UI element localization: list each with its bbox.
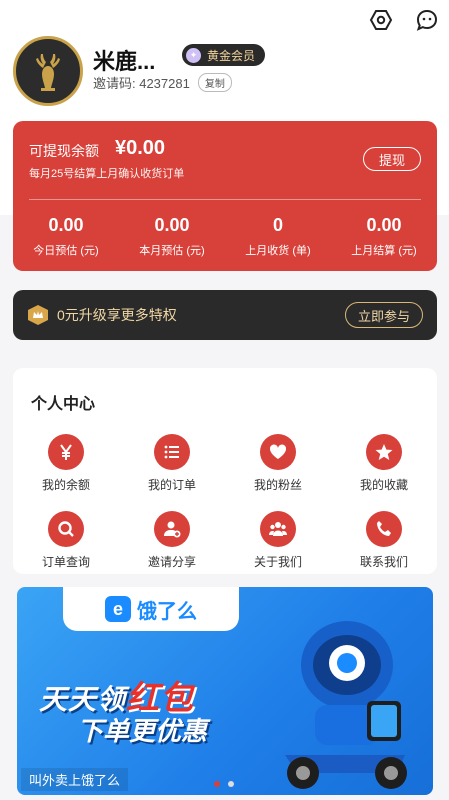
menu-label: 邀请分享	[147, 555, 196, 569]
eleme-logo: e 饿了么	[63, 587, 239, 631]
brand-name: 饿了么	[137, 600, 197, 623]
yen-icon	[48, 434, 84, 470]
menu-label: 我的余额	[41, 478, 90, 492]
withdrawable-amount: ¥0.00	[115, 137, 166, 159]
member-badge[interactable]: ✦ 黄金会员	[182, 44, 266, 66]
crown-badge-icon	[28, 305, 48, 325]
withdraw-button[interactable]: 提现	[363, 147, 421, 171]
eleme-icon: e	[105, 596, 131, 622]
menu-label: 我的订单	[147, 478, 196, 492]
settings-icon[interactable]	[367, 6, 395, 34]
withdrawable-label: 可提现余额	[29, 143, 99, 159]
upgrade-banner[interactable]: 0元升级享更多特权 立即参与	[13, 290, 437, 340]
earnings-stats: 0.00 今日预估 (元) 0.00 本月预估 (元) 0 上月收货 (单) 0…	[13, 215, 437, 258]
list-icon	[154, 434, 190, 470]
delivery-rider-icon	[285, 621, 407, 789]
feature-grid: 我的余额 我的订单 我的粉丝 我的收藏 订单查询 邀请分享 关于我们 联系我们	[13, 434, 437, 570]
section-title: 个人中心	[31, 396, 96, 413]
avatar[interactable]	[13, 36, 83, 106]
menu-label: 我的粉丝	[253, 478, 302, 492]
menu-order-search[interactable]: 订单查询	[13, 511, 119, 570]
top-actions	[367, 6, 441, 34]
phone-icon	[366, 511, 402, 547]
menu-about-us[interactable]: 关于我们	[225, 511, 331, 570]
upgrade-text: 0元升级享更多特权	[57, 307, 177, 323]
menu-my-orders[interactable]: 我的订单	[119, 434, 225, 493]
stat-label: 上月结算 (元)	[351, 245, 417, 257]
search-icon	[48, 511, 84, 547]
copy-button[interactable]: 复制	[197, 73, 232, 92]
group-icon	[260, 511, 296, 547]
personal-center: 个人中心 我的余额 我的订单 我的粉丝 我的收藏 订单查询 邀请分享 关于我们 …	[13, 368, 437, 574]
stat-last-month-settled[interactable]: 0.00 上月结算 (元)	[331, 215, 437, 258]
stat-this-month[interactable]: 0.00 本月预估 (元)	[119, 215, 225, 258]
menu-my-fans[interactable]: 我的粉丝	[225, 434, 331, 493]
invite-code: 邀请码: 4237281	[93, 76, 190, 91]
deer-logo-icon	[36, 54, 60, 91]
stat-label: 今日预估 (元)	[33, 245, 99, 257]
stat-value: 0.00	[48, 215, 84, 235]
user-name: 米鹿...	[93, 49, 156, 74]
banner-caption: 叫外卖上饿了么	[21, 768, 129, 791]
stat-value: 0.00	[366, 215, 402, 235]
carousel-indicator	[214, 781, 234, 787]
divider	[29, 199, 421, 200]
invite-code-row: 邀请码: 4237281 复制	[93, 73, 232, 92]
star-icon	[366, 434, 402, 470]
menu-label: 订单查询	[41, 555, 90, 569]
eleme-ad-banner[interactable]: e 饿了么 天天领红包 下单更优惠 叫外卖上饿了么	[17, 587, 433, 795]
heart-icon	[260, 434, 296, 470]
carousel-dot-active[interactable]	[214, 781, 220, 787]
stat-value: 0	[272, 215, 283, 235]
menu-my-favorites[interactable]: 我的收藏	[331, 434, 437, 493]
menu-label: 联系我们	[359, 555, 408, 569]
stat-label: 上月收货 (单)	[245, 245, 311, 257]
join-now-button[interactable]: 立即参与	[344, 302, 423, 328]
user-add-icon	[154, 511, 190, 547]
banner-subheadline: 下单更优惠	[77, 716, 208, 746]
menu-label: 我的收藏	[359, 478, 408, 492]
carousel-dot[interactable]	[228, 781, 234, 787]
stat-today[interactable]: 0.00 今日预估 (元)	[13, 215, 119, 258]
menu-contact-us[interactable]: 联系我们	[331, 511, 437, 570]
member-icon: ✦	[186, 47, 201, 63]
menu-invite-share[interactable]: 邀请分享	[119, 511, 225, 570]
member-badge-label: 黄金会员	[207, 48, 256, 63]
menu-my-balance[interactable]: 我的余额	[13, 434, 119, 493]
message-icon[interactable]	[413, 6, 441, 34]
settlement-note: 每月25号结算上月确认收货订单	[29, 168, 185, 180]
menu-label: 关于我们	[253, 555, 302, 569]
stat-value: 0.00	[154, 215, 190, 235]
stat-label: 本月预估 (元)	[139, 245, 205, 257]
stat-last-month-received[interactable]: 0 上月收货 (单)	[225, 215, 331, 258]
wallet-card: 可提现余额 ¥0.00 每月25号结算上月确认收货订单 提现 0.00 今日预估…	[13, 121, 437, 271]
